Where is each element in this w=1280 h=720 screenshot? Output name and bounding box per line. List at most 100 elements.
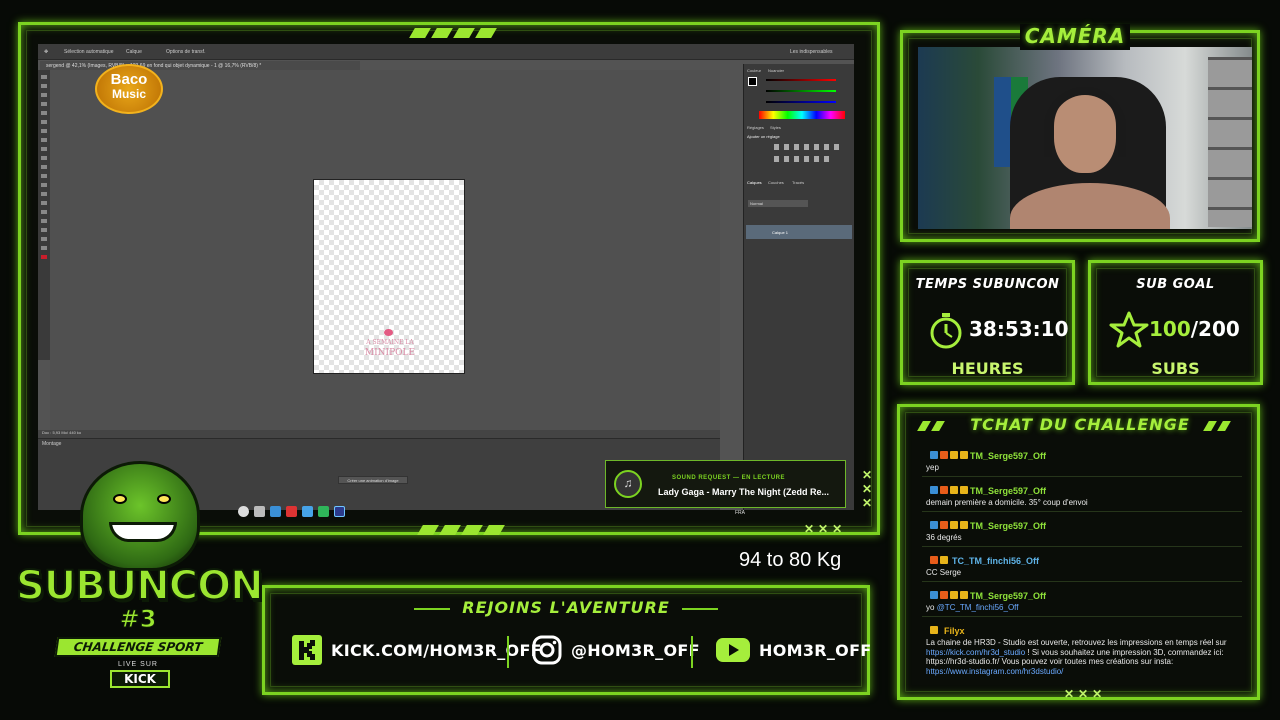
tab-swatches[interactable]: Nuancier bbox=[768, 68, 784, 73]
auto-select-option[interactable]: Sélection automatique bbox=[64, 49, 113, 55]
chat-app-icon[interactable] bbox=[318, 506, 329, 517]
tool-icon[interactable] bbox=[41, 237, 47, 241]
chat-text: 36 degrés bbox=[922, 533, 1242, 547]
tool-icon[interactable] bbox=[41, 165, 47, 169]
chat-text: yo @TC_TM_finchi56_Off bbox=[922, 603, 1242, 617]
webcam-feed bbox=[918, 47, 1252, 229]
tool-icon[interactable] bbox=[41, 246, 47, 250]
chat-link[interactable]: https://kick.com/hr3d_studio bbox=[926, 648, 1025, 657]
foreground-swatch[interactable] bbox=[748, 77, 757, 86]
tool-icon[interactable] bbox=[41, 102, 47, 106]
frame-stripe bbox=[1203, 421, 1231, 431]
document-tab[interactable]: sergend @ 42,1% (Images, RVB/8) × 123.69… bbox=[40, 61, 360, 70]
chat-username[interactable]: TM_Serge597_Off bbox=[970, 486, 1046, 496]
video-icon[interactable] bbox=[286, 506, 297, 517]
tool-icon[interactable] bbox=[41, 129, 47, 133]
badge-icon bbox=[940, 521, 948, 529]
shelf-graphic bbox=[1208, 57, 1252, 227]
green-slider[interactable] bbox=[766, 90, 836, 92]
timer-unit: HEURES bbox=[951, 359, 1024, 378]
chat-message: TM_Serge597_Off yep bbox=[922, 449, 1242, 477]
adjustment-icons[interactable] bbox=[774, 156, 834, 162]
kick-icon bbox=[292, 635, 322, 665]
tab-color[interactable]: Couleur bbox=[747, 68, 761, 73]
baco-music-logo: Baco Music bbox=[95, 64, 163, 114]
layer-dropdown[interactable]: Calque bbox=[126, 49, 142, 55]
tool-icon[interactable] bbox=[41, 183, 47, 187]
instagram-icon bbox=[532, 635, 562, 665]
right-panels: Couleur Nuancier Réglages Styles Ajouter… bbox=[743, 64, 854, 510]
tool-icon[interactable] bbox=[41, 201, 47, 205]
tool-icon[interactable] bbox=[41, 147, 47, 151]
document-canvas[interactable]: A SEMAINE LA MINIPOLE bbox=[313, 179, 465, 374]
adjustment-icons[interactable] bbox=[774, 144, 844, 150]
tool-icon[interactable] bbox=[41, 75, 47, 79]
instagram-link[interactable]: @HOM3R_OFF bbox=[531, 634, 700, 666]
chat-username[interactable]: TC_TM_finchi56_Off bbox=[952, 556, 1039, 566]
chat-username[interactable]: TM_Serge597_Off bbox=[970, 521, 1046, 531]
tool-icon[interactable] bbox=[41, 93, 47, 97]
chat-link[interactable]: https://www.instagram.com/hr3dstudio/ bbox=[926, 667, 1063, 676]
move-tool-icon[interactable]: ✥ bbox=[44, 49, 48, 55]
layer-row[interactable]: Calque 1 bbox=[746, 225, 852, 239]
tool-icon[interactable] bbox=[41, 156, 47, 160]
tab-layers[interactable]: Calques bbox=[747, 180, 762, 185]
chat-mention[interactable]: @TC_TM_finchi56_Off bbox=[937, 603, 1019, 612]
instagram-label: @HOM3R_OFF bbox=[571, 640, 700, 660]
tab-paths[interactable]: Tracés bbox=[792, 180, 804, 185]
kick-label: KICK.COM/HOM3R_OFF bbox=[331, 640, 542, 660]
timer-value: 38:53:10 bbox=[969, 317, 1069, 341]
photoshop-icon[interactable] bbox=[334, 506, 345, 517]
logo-number: #3 bbox=[119, 605, 157, 634]
baco-logo-line: Baco bbox=[110, 71, 148, 88]
transform-option[interactable]: Options de transf. bbox=[166, 49, 205, 55]
streamer bbox=[1010, 87, 1170, 229]
star-icon bbox=[1109, 311, 1149, 348]
tool-icon[interactable] bbox=[41, 84, 47, 88]
tool-icon[interactable] bbox=[41, 210, 47, 214]
badge-icon bbox=[940, 451, 948, 459]
sub-goal-current: 100 bbox=[1149, 317, 1191, 341]
badge-icon bbox=[960, 521, 968, 529]
tool-icon[interactable] bbox=[41, 111, 47, 115]
badge-icon bbox=[930, 451, 938, 459]
chat-username[interactable]: Filyx bbox=[944, 626, 965, 636]
photos-icon[interactable] bbox=[302, 506, 313, 517]
chat-username[interactable]: TM_Serge597_Off bbox=[970, 591, 1046, 601]
red-slider[interactable] bbox=[766, 79, 836, 81]
app-icon[interactable] bbox=[270, 506, 281, 517]
chat-message: Filyx La chaine de HR3D - Studio est ouv… bbox=[922, 624, 1242, 679]
chat-title: TCHAT DU CHALLENGE bbox=[970, 415, 1190, 434]
foreground-color-swatch[interactable] bbox=[41, 255, 47, 259]
canvas-area[interactable]: A SEMAINE LA MINIPOLE bbox=[50, 70, 720, 430]
chat-name-row: TM_Serge597_Off bbox=[922, 589, 1242, 603]
tool-icon[interactable] bbox=[41, 228, 47, 232]
tool-icon[interactable] bbox=[41, 219, 47, 223]
create-animation-button[interactable]: Créer une animation d'image bbox=[338, 476, 408, 484]
badge-icon bbox=[950, 451, 958, 459]
youtube-label: HOM3R_OFF bbox=[759, 640, 872, 660]
blend-mode-select[interactable]: Normal bbox=[748, 200, 808, 207]
tab-styles[interactable]: Styles bbox=[770, 125, 781, 130]
tool-icon[interactable] bbox=[41, 174, 47, 178]
chat-username[interactable]: TM_Serge597_Off bbox=[970, 451, 1046, 461]
sub-goal-value: 100/200 bbox=[1149, 317, 1240, 341]
status-bar: Doc : 5,93 Mo/ 440 ko bbox=[38, 430, 720, 438]
divider bbox=[507, 636, 509, 668]
tool-icon[interactable] bbox=[41, 120, 47, 124]
blue-slider[interactable] bbox=[766, 101, 836, 103]
color-spectrum[interactable] bbox=[759, 111, 845, 119]
tool-icon[interactable] bbox=[41, 192, 47, 196]
logo-title: SUBUNCON bbox=[15, 562, 265, 610]
chat-message: TM_Serge597_Off demain première a domici… bbox=[922, 484, 1242, 512]
badge-icon bbox=[960, 591, 968, 599]
tab-channels[interactable]: Couches bbox=[768, 180, 784, 185]
workspace-select[interactable]: Les indispensables bbox=[790, 49, 833, 55]
baco-logo-line: Music bbox=[111, 87, 146, 101]
tool-icon[interactable] bbox=[41, 138, 47, 142]
frame-stripe bbox=[409, 28, 497, 38]
youtube-link[interactable]: HOM3R_OFF bbox=[715, 634, 872, 666]
kick-link[interactable]: KICK.COM/HOM3R_OFF bbox=[291, 634, 542, 666]
tab-adjustments[interactable]: Réglages bbox=[747, 125, 764, 130]
stopwatch-icon bbox=[930, 313, 962, 349]
